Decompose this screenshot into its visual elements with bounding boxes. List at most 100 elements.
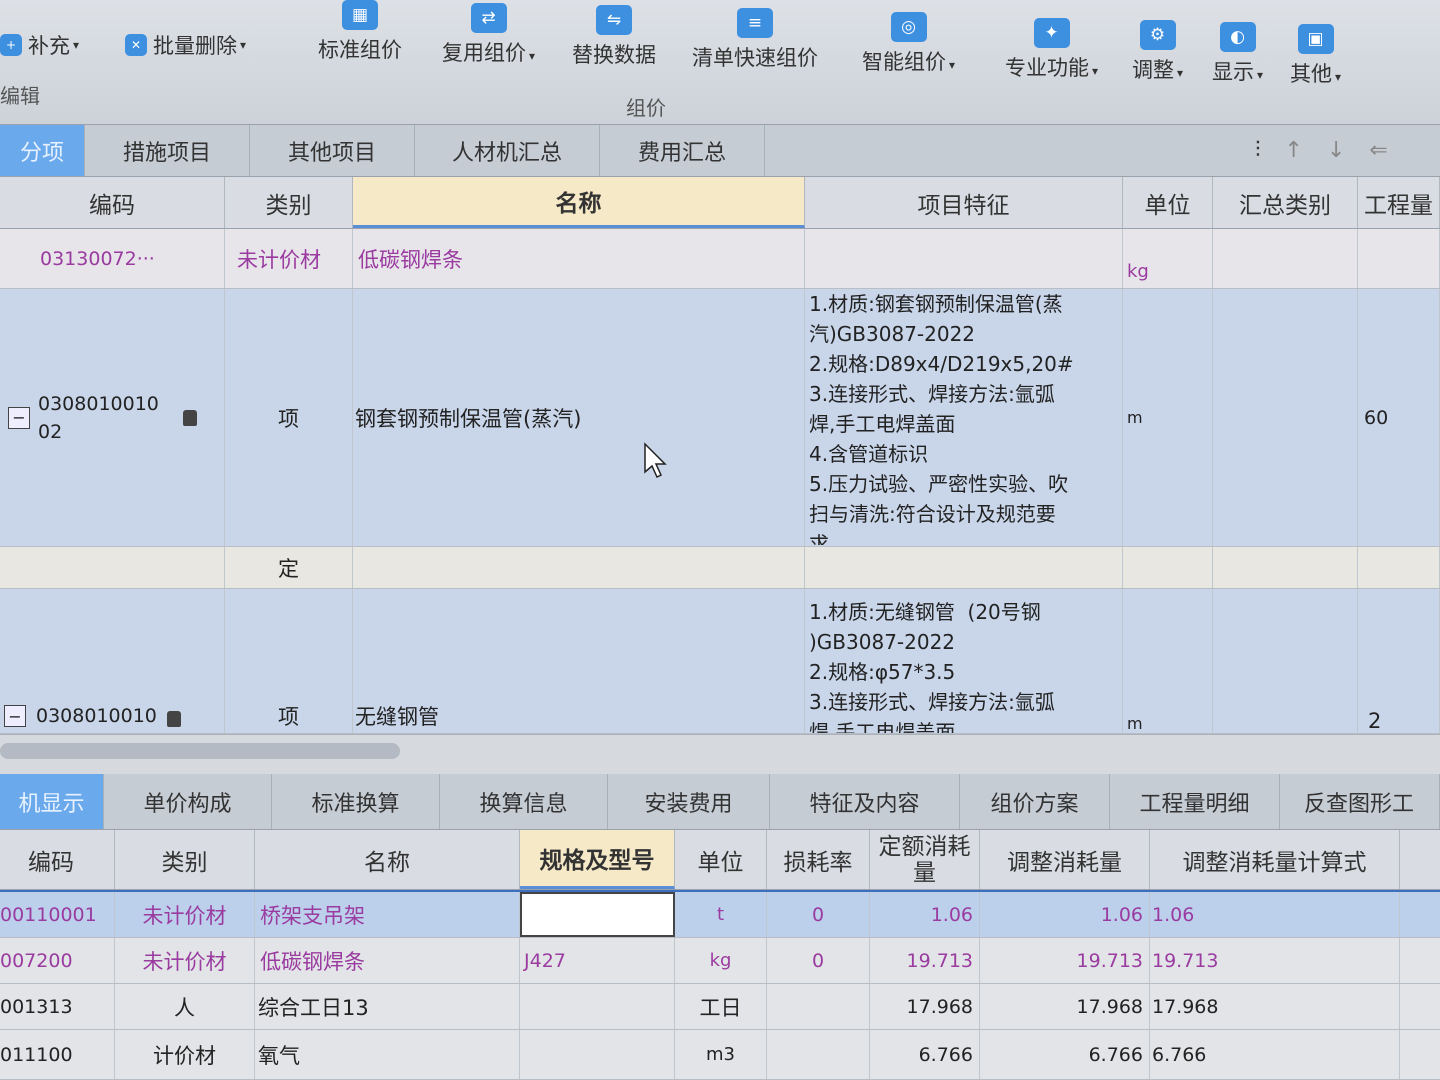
table-row[interactable]: − 0308010010 项 无缝钢管 1.材质:无缝钢管 (20号钢 )GB3… [0, 589, 1440, 734]
move-down-icon[interactable]: ↓ [1327, 138, 1345, 163]
col-quota-consumption[interactable]: 定额消耗 量 [870, 830, 980, 889]
cell-code[interactable] [0, 547, 225, 588]
cell-feature[interactable]: 1.材质:钢套钢预制保温管(蒸 汽)GB3087-2022 2.规格:D89x4… [805, 289, 1123, 546]
cell-loss-rate[interactable]: 0 [767, 892, 870, 937]
tab-conversion-info[interactable]: 换算信息 [440, 774, 608, 829]
cell-feature[interactable]: 1.材质:无缝钢管 (20号钢 )GB3087-2022 2.规格:φ57*3.… [805, 589, 1123, 733]
cell-name[interactable]: 钢套钢预制保温管(蒸汽) [353, 289, 805, 546]
cell-loss-rate[interactable]: 0 [767, 938, 870, 983]
cell-name[interactable]: 无缝钢管 [353, 589, 805, 733]
tab-cost-summary[interactable]: 费用汇总 [600, 125, 765, 176]
cell-spec-editor[interactable] [520, 892, 675, 937]
cell-quantity[interactable] [1358, 229, 1440, 288]
replace-data-button[interactable]: ⇋ 替换数据 [572, 5, 656, 69]
col-unit[interactable]: 单位 [1123, 177, 1213, 228]
tab-items[interactable]: 分项 [0, 125, 85, 176]
cell-adjusted[interactable]: 17.968 [980, 984, 1150, 1029]
cell-type[interactable]: 未计价材 [115, 892, 255, 937]
cell-type[interactable]: 人 [115, 984, 255, 1029]
tab-quantity-detail[interactable]: 工程量明细 [1110, 774, 1280, 829]
cell-unit[interactable]: 工日 [675, 984, 767, 1029]
cell-quota[interactable]: 1.06 [870, 892, 980, 937]
tab-standard-conversion[interactable]: 标准换算 [272, 774, 440, 829]
cell-code[interactable]: − 0308010010 02 [0, 289, 225, 546]
cell-summary-type[interactable] [1213, 547, 1358, 588]
collapse-icon[interactable]: − [8, 406, 30, 429]
cell-type[interactable]: 未计价材 [225, 229, 353, 288]
table-row[interactable]: − 0308010010 02 项 钢套钢预制保温管(蒸汽) 1.材质:钢套钢预… [0, 289, 1440, 547]
cell-unit[interactable]: t [675, 892, 767, 937]
cell-quantity[interactable]: 60 [1358, 289, 1440, 546]
cell-quantity[interactable] [1358, 547, 1440, 588]
move-up-icon[interactable]: ↑ [1285, 138, 1303, 163]
col-feature[interactable]: 项目特征 [805, 177, 1123, 228]
col-unit[interactable]: 单位 [675, 830, 767, 889]
tab-labor-material-summary[interactable]: 人材机汇总 [415, 125, 600, 176]
cell-loss-rate[interactable] [767, 984, 870, 1029]
cell-type[interactable]: 定 [225, 547, 353, 588]
cell-quota[interactable]: 19.713 [870, 938, 980, 983]
cell-unit[interactable] [1123, 547, 1213, 588]
cell-name[interactable] [353, 547, 805, 588]
table-row[interactable]: 007200 未计价材 低碳钢焊条 J427 kg 0 19.713 19.71… [0, 938, 1440, 984]
cell-name[interactable]: 低碳钢焊条 [255, 938, 520, 983]
cell-quota[interactable]: 6.766 [870, 1030, 980, 1079]
cell-type[interactable]: 计价材 [115, 1030, 255, 1079]
cell-formula[interactable]: 17.968 [1150, 984, 1400, 1029]
collapse-icon[interactable]: − [4, 705, 26, 727]
cell-formula[interactable]: 19.713 [1150, 938, 1400, 983]
cell-code[interactable]: − 0308010010 [0, 589, 225, 733]
col-name[interactable]: 名称 [353, 177, 805, 228]
tab-unit-price-composition[interactable]: 单价构成 [104, 774, 272, 829]
tab-reverse-lookup[interactable]: 反查图形工 [1280, 774, 1440, 829]
table-row[interactable]: 00110001 未计价材 桥架支吊架 t 0 1.06 1.06 1.06 [0, 890, 1440, 938]
quick-pricing-button[interactable]: ≡ 清单快速组价 [692, 8, 818, 72]
col-type[interactable]: 类别 [115, 830, 255, 889]
split-icon[interactable]: ⫶ [1255, 138, 1261, 163]
cell-unit[interactable]: kg [675, 938, 767, 983]
cell-formula[interactable]: 1.06 [1150, 892, 1400, 937]
cell-type[interactable]: 项 [225, 589, 353, 733]
col-quantity[interactable]: 工程量 [1358, 177, 1440, 228]
cell-code[interactable]: 001313 [0, 984, 115, 1029]
cell-summary-type[interactable] [1213, 229, 1358, 288]
cell-summary-type[interactable] [1213, 289, 1358, 546]
col-code[interactable]: 编码 [0, 830, 115, 889]
cell-name[interactable]: 低碳钢焊条 [353, 229, 805, 288]
arrow-left-icon[interactable]: ⇐ [1369, 138, 1387, 163]
cell-unit[interactable]: m3 [675, 1030, 767, 1079]
cell-name[interactable]: 桥架支吊架 [255, 892, 520, 937]
col-summary-type[interactable]: 汇总类别 [1213, 177, 1358, 228]
professional-button[interactable]: ✦ 专业功能 ▾ [1005, 18, 1098, 82]
cell-name[interactable]: 氧气 [255, 1030, 520, 1079]
cell-loss-rate[interactable] [767, 1030, 870, 1079]
col-adjusted-formula[interactable]: 调整消耗量计算式 [1150, 830, 1400, 889]
col-code[interactable]: 编码 [0, 177, 225, 228]
tab-labor-material-display[interactable]: 机显示 [0, 774, 104, 829]
col-name[interactable]: 名称 [255, 830, 520, 889]
tab-measures[interactable]: 措施项目 [85, 125, 250, 176]
table-row[interactable]: 定 [0, 547, 1440, 589]
col-loss-rate[interactable]: 损耗率 [767, 830, 870, 889]
cell-code[interactable]: 03130072··· [0, 229, 225, 288]
cell-feature[interactable] [805, 547, 1123, 588]
horizontal-scrollbar[interactable] [0, 734, 1440, 774]
cell-spec[interactable] [520, 1030, 675, 1079]
cell-name[interactable]: 综合工日13 [255, 984, 520, 1029]
cell-feature[interactable] [805, 229, 1123, 288]
cell-formula[interactable]: 6.766 [1150, 1030, 1400, 1079]
add-button[interactable]: + 补充 ▾ [0, 30, 79, 60]
tab-other-items[interactable]: 其他项目 [250, 125, 415, 176]
cell-code[interactable]: 007200 [0, 938, 115, 983]
cell-summary-type[interactable] [1213, 589, 1358, 733]
cell-code[interactable]: 011100 [0, 1030, 115, 1079]
col-type[interactable]: 类别 [225, 177, 353, 228]
cell-type[interactable]: 项 [225, 289, 353, 546]
cell-spec[interactable] [520, 984, 675, 1029]
adjust-button[interactable]: ⚙ 调整 ▾ [1132, 20, 1183, 84]
scrollbar-thumb[interactable] [0, 743, 400, 759]
cell-adjusted[interactable]: 6.766 [980, 1030, 1150, 1079]
smart-pricing-button[interactable]: ◎ 智能组价 ▾ [862, 12, 955, 76]
display-button[interactable]: ◐ 显示 ▾ [1212, 22, 1263, 86]
standard-pricing-button[interactable]: ▦ 标准组价 [318, 0, 402, 64]
